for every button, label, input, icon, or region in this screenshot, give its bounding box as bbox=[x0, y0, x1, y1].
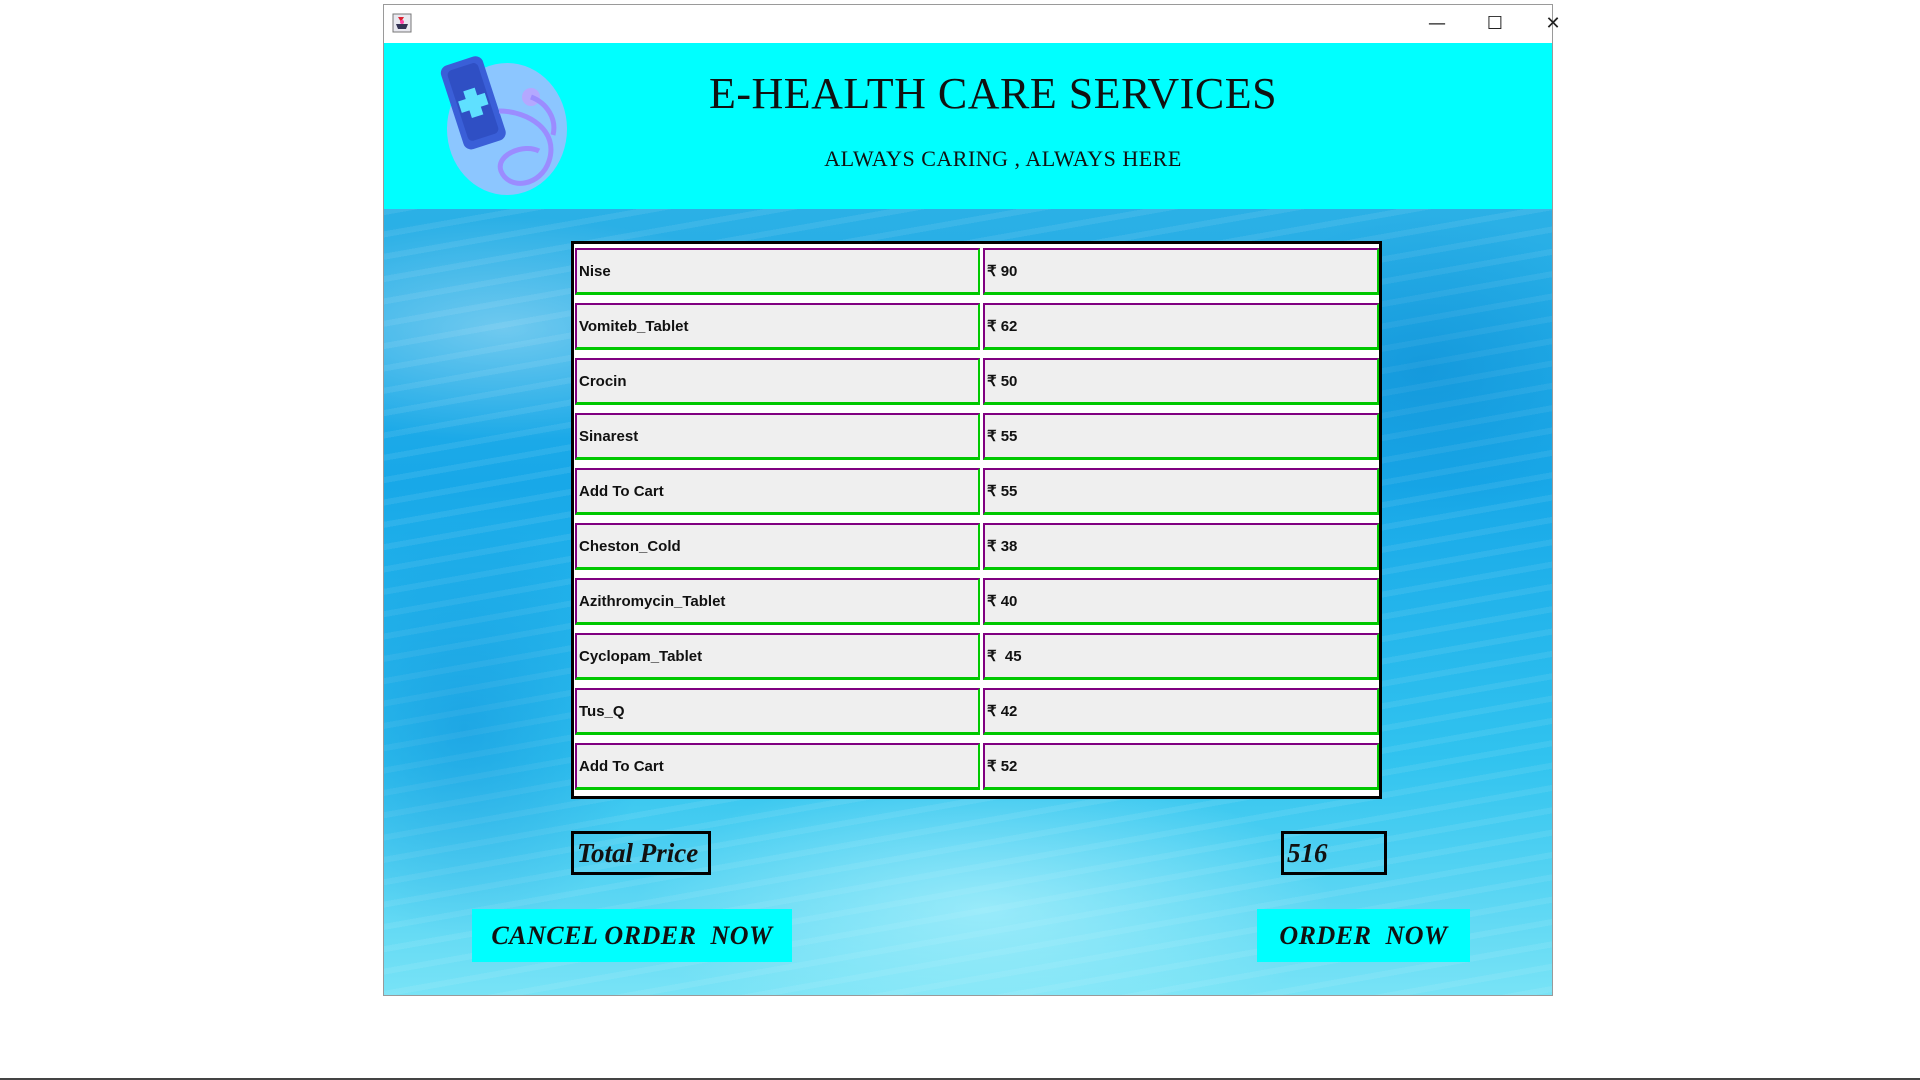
close-button[interactable]: ✕ bbox=[1524, 5, 1582, 42]
item-name-cell[interactable]: Crocin bbox=[575, 358, 980, 405]
total-price-value: 516 bbox=[1281, 831, 1387, 875]
order-now-button[interactable]: ORDER NOW bbox=[1257, 909, 1470, 962]
app-window: — ☐ ✕ E-HEALTH CARE SERVICES ALWAYS CARI… bbox=[383, 4, 1561, 996]
item-name-cell[interactable]: Add To Cart bbox=[575, 743, 980, 790]
item-price-cell[interactable]: ₹ 52 bbox=[983, 743, 1379, 790]
items-table: Nise ₹ 90 Vomiteb_Tablet ₹ 62 Crocin ₹ 50 Sina… bbox=[571, 241, 1382, 799]
item-price-cell[interactable]: ₹ 50 bbox=[983, 358, 1379, 405]
minimize-button[interactable]: — bbox=[1408, 5, 1466, 42]
item-name-cell[interactable]: Cyclopam_Tablet bbox=[575, 633, 980, 680]
item-price-cell[interactable]: ₹ 90 bbox=[983, 248, 1379, 295]
item-name-cell[interactable]: Cheston_Cold bbox=[575, 523, 980, 570]
app-header: E-HEALTH CARE SERVICES ALWAYS CARING , A… bbox=[384, 43, 1552, 209]
java-app-icon bbox=[392, 13, 412, 33]
total-price-label: Total Price bbox=[571, 831, 711, 875]
app-title: E-HEALTH CARE SERVICES bbox=[708, 69, 1278, 118]
order-content: Nise ₹ 90 Vomiteb_Tablet ₹ 62 Crocin ₹ 50 Sina… bbox=[384, 209, 1552, 995]
item-name-cell[interactable]: Sinarest bbox=[575, 413, 980, 460]
cancel-order-button[interactable]: CANCEL ORDER NOW bbox=[472, 909, 792, 962]
item-price-cell[interactable]: ₹ 40 bbox=[983, 578, 1379, 625]
item-name-cell[interactable]: Nise bbox=[575, 248, 980, 295]
item-name-cell[interactable]: Add To Cart bbox=[575, 468, 980, 515]
item-price-cell[interactable]: ₹ 55 bbox=[983, 468, 1379, 515]
item-name-cell[interactable]: Azithromycin_Tablet bbox=[575, 578, 980, 625]
item-price-cell[interactable]: ₹ 42 bbox=[983, 688, 1379, 735]
app-tagline: ALWAYS CARING , ALWAYS HERE bbox=[824, 146, 1182, 171]
maximize-button[interactable]: ☐ bbox=[1466, 5, 1524, 42]
title-bar[interactable]: — ☐ ✕ bbox=[384, 5, 1561, 42]
item-price-cell[interactable]: ₹ 45 bbox=[983, 633, 1379, 680]
item-price-cell[interactable]: ₹ 38 bbox=[983, 523, 1379, 570]
item-name-cell[interactable]: Tus_Q bbox=[575, 688, 980, 735]
item-name-cell[interactable]: Vomiteb_Tablet bbox=[575, 303, 980, 350]
item-price-cell[interactable]: ₹ 62 bbox=[983, 303, 1379, 350]
item-price-cell[interactable]: ₹ 55 bbox=[983, 413, 1379, 460]
